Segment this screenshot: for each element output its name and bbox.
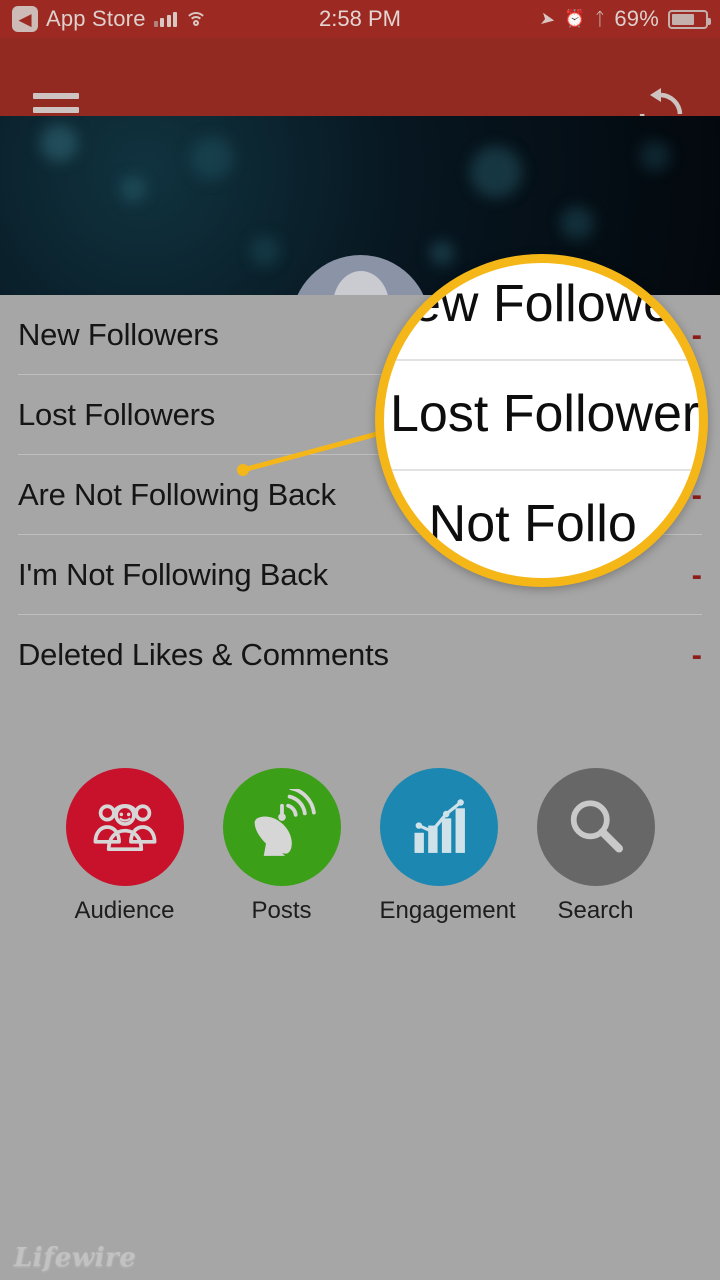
list-item-label: New Followers [18, 317, 219, 352]
bokeh-dot [190, 136, 234, 180]
alarm-clock-icon: ⏰ [564, 9, 586, 28]
bar-chart-icon [414, 799, 465, 853]
bokeh-dot [120, 176, 146, 202]
tab-label: Engagement [379, 897, 516, 924]
wifi-icon [185, 11, 208, 27]
tab-label: Search [557, 897, 634, 924]
magnified-row: Lost Followers [384, 359, 699, 469]
magnifier-callout: ew Followe Lost Followers re Not Follo [375, 254, 708, 587]
bokeh-dot [560, 206, 594, 240]
status-bar-right: ➤ ⏰ ᛏ 69% [401, 6, 711, 32]
status-bar: ◀ App Store 2:58 PM ➤ ⏰ ᛏ 69% [0, 0, 720, 38]
nav-bar [0, 38, 720, 140]
battery-percent-label: 69% [614, 6, 659, 31]
magnified-row: ew Followe [384, 263, 699, 359]
list-item-label: Deleted Likes & Comments [18, 637, 389, 672]
bokeh-dot [470, 146, 522, 198]
watermark: Lifewire [14, 1243, 137, 1273]
tab-engagement[interactable]: Engagement [379, 768, 516, 925]
status-bar-center: 2:58 PM [319, 6, 401, 32]
bluetooth-icon: ᛏ [594, 8, 606, 29]
avatar-head [332, 271, 389, 295]
location-arrow-icon: ➤ [538, 7, 558, 30]
bokeh-dot [430, 241, 454, 265]
search-circle [536, 768, 655, 886]
tab-bar: Audience Posts Engagement Search [0, 768, 720, 925]
tab-label: Posts [251, 897, 312, 924]
list-item[interactable]: Deleted Likes & Comments - [0, 615, 720, 695]
engagement-circle [379, 768, 498, 886]
magnified-row: re Not Follo [384, 469, 699, 578]
bokeh-dot [640, 141, 670, 171]
status-bar-time: 2:58 PM [319, 6, 401, 31]
back-chevron-icon[interactable]: ◀ [12, 6, 38, 32]
magnified-row-label: ew Followe [412, 275, 673, 333]
magnified-row-label: re Not Follo [375, 495, 637, 553]
carrier-app-label: App Store [46, 6, 146, 31]
magnified-row-label: Lost Followers [390, 385, 708, 443]
bokeh-dot [40, 124, 78, 162]
people-group-icon [93, 804, 156, 852]
list-item-label: Lost Followers [18, 397, 216, 432]
status-bar-left: ◀ App Store [12, 6, 319, 32]
bokeh-dot [250, 236, 280, 266]
audience-circle [65, 768, 184, 886]
list-item-label: I'm Not Following Back [18, 557, 328, 592]
battery-icon [668, 9, 711, 29]
satellite-dish-icon [254, 789, 316, 856]
magnifier-icon [570, 800, 623, 853]
posts-circle [222, 768, 341, 886]
list-item-value: - [691, 637, 702, 672]
signal-bars-icon [153, 11, 178, 27]
phone-screen: ◀ App Store 2:58 PM ➤ ⏰ ᛏ 69% New Follow… [0, 0, 720, 1280]
list-item-label: Are Not Following Back [18, 477, 336, 512]
tab-audience[interactable]: Audience [65, 768, 184, 925]
tab-posts[interactable]: Posts [222, 768, 341, 925]
tab-search[interactable]: Search [536, 768, 655, 925]
tab-label: Audience [74, 897, 175, 924]
magnifier-content: ew Followe Lost Followers re Not Follo [384, 263, 699, 578]
